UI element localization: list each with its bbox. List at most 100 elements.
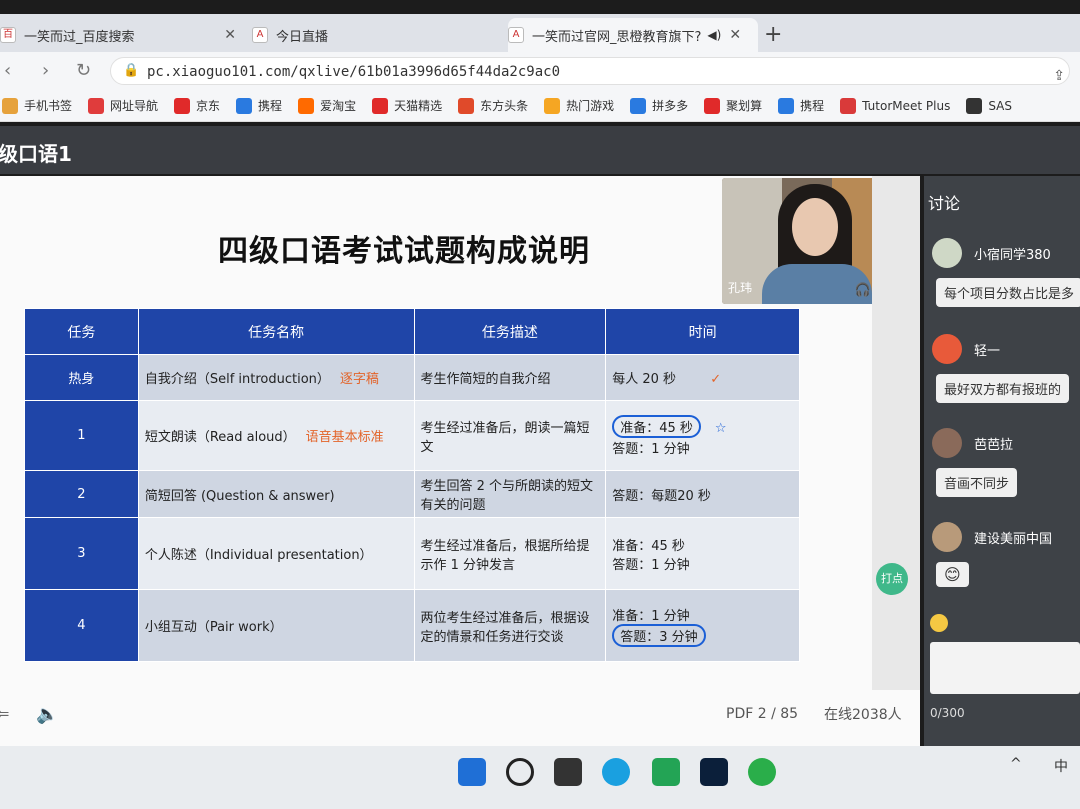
course-title: 级口语1	[0, 142, 72, 166]
pdf-toolbar: ⇐ 🔈 PDF 2 / 85 在线2038人	[0, 690, 920, 746]
bookmark-item[interactable]: SAS	[966, 97, 1012, 114]
bookmark-item[interactable]: TutorMeet Plus	[840, 97, 950, 114]
handwritten-note: 语音基本标准	[305, 430, 384, 445]
chat-username: 轻一	[974, 344, 1001, 359]
task-time: 准备：45 秒	[612, 538, 685, 554]
emoji-sticker-icon: 😊	[936, 562, 969, 587]
edge-browser-icon[interactable]	[602, 758, 630, 786]
task-time: 准备：1 分钟	[612, 608, 690, 624]
tab-label: 今日直播	[276, 29, 329, 45]
url-text: pc.xiaoguo101.com/qxlive/61b01a3996d65f4…	[147, 64, 561, 80]
bookmark-item[interactable]: 京东	[174, 97, 220, 114]
discussion-title: 讨论	[928, 194, 961, 213]
webcam-name: 孔玮	[728, 281, 753, 295]
taskbar: ^ 中	[0, 746, 1080, 809]
table-row: 3 个人陈述（Individual presentation） 考生经过准备后，…	[24, 517, 800, 590]
tab-close-icon[interactable]: ✕	[729, 27, 741, 43]
dian-button[interactable]: 打点	[876, 563, 908, 595]
tray-chevron-icon[interactable]: ^	[1010, 756, 1022, 772]
teacher-webcam[interactable]: 孔玮 🎧 ⛶	[722, 178, 892, 304]
bookmark-label: 网址导航	[110, 99, 159, 113]
photoshop-icon[interactable]	[700, 758, 728, 786]
task-index: 3	[24, 517, 139, 590]
bookmark-icon	[704, 97, 721, 114]
bookmark-label: 京东	[196, 99, 221, 113]
tab-baidu[interactable]: 百 一笑而过_百度搜索 ✕	[0, 18, 246, 52]
chat-username: 小宿同学380	[974, 248, 1051, 263]
task-name: 简短回答 (Question & answer)	[137, 470, 415, 518]
bookmark-item[interactable]: 热门游戏	[544, 97, 614, 114]
char-counter: 0/300	[930, 706, 965, 720]
bookmark-item[interactable]: 网址导航	[88, 97, 158, 114]
lock-icon: 🔒	[123, 63, 140, 78]
screen: 百 一笑而过_百度搜索 ✕ A 今日直播 A 一笑而过官网_思橙教育旗下? ◀)…	[0, 0, 1080, 809]
chat-text: 音画不同步	[936, 468, 1018, 497]
forward-icon[interactable]: ›	[42, 60, 49, 81]
bookmark-icon	[840, 97, 857, 114]
tab-audio-icon[interactable]: ◀)	[707, 28, 721, 42]
task-time: 每人 20 秒	[612, 372, 677, 387]
input-language[interactable]: 中	[1054, 756, 1068, 776]
task-index: 热身	[24, 354, 139, 401]
task-desc: 两位考生经过准备后，根据设定的情景和任务进行交谈	[413, 589, 607, 662]
back-icon[interactable]: ‹	[4, 60, 11, 81]
bookmark-item[interactable]: 拼多多	[630, 97, 688, 114]
bookmark-item[interactable]: 天猫精选	[372, 97, 442, 114]
task-index: 2	[24, 470, 139, 518]
task-index: 1	[24, 400, 139, 471]
bookmark-item[interactable]: 聚划算	[704, 97, 762, 114]
task-view-icon[interactable]	[554, 758, 582, 786]
bookmark-icon	[88, 97, 105, 114]
task-time: 答题：每题20 秒	[605, 470, 800, 518]
task-name: 小组互动（Pair work）	[137, 589, 415, 662]
bookmark-item[interactable]: 爱淘宝	[298, 97, 356, 114]
collapse-icon[interactable]: ⇐	[0, 704, 9, 723]
bookmark-icon	[174, 97, 191, 114]
bookmarks-bar: 手机书签 网址导航 京东 携程 爱淘宝 天猫精选 东方头条 热门游戏 拼多多 聚划算 携程 Tutor…	[0, 90, 1080, 122]
table-row: 1 短文朗读（Read aloud） 语音基本标准 考生经过准备后，朗读一篇短文 …	[24, 400, 800, 471]
tab-xiaoguo-active[interactable]: A 一笑而过官网_思橙教育旗下? ◀) ✕	[508, 18, 758, 52]
bookmark-item[interactable]: 携程	[236, 97, 282, 114]
task-time: 准备：45 秒	[612, 414, 701, 438]
address-bar: ‹ › ↻ 🔒 pc.xiaoguo101.com/qxlive/61b01a3…	[0, 52, 1080, 90]
bookmark-icon	[458, 97, 475, 114]
new-tab-icon[interactable]: +	[764, 22, 782, 47]
wechat-icon[interactable]	[748, 758, 776, 786]
task-time-cell: 准备：45 秒 ☆ 答题：1 分钟	[605, 400, 800, 471]
headphone-icon[interactable]: 🎧	[855, 283, 871, 298]
task-index: 4	[24, 589, 139, 662]
task-time-2: 答题：3 分钟	[612, 623, 706, 647]
share-icon[interactable]: ⇪	[1053, 68, 1065, 84]
windows-start-icon[interactable]	[458, 758, 486, 786]
bookmark-icon	[544, 97, 561, 114]
bookmark-label: 聚划算	[726, 99, 763, 113]
search-icon[interactable]	[506, 758, 534, 786]
avatar	[932, 334, 962, 364]
tab-close-icon[interactable]: ✕	[224, 27, 236, 43]
bookmark-item[interactable]: 东方头条	[458, 97, 528, 114]
task-time-cell: 每人 20 秒 ✓	[605, 354, 800, 401]
slide-area: 四级口语考试试题构成说明 孔玮 🎧 ⛶ 任务 任务名称 任务描述 时间	[0, 176, 920, 746]
online-count: 在线2038人	[824, 707, 902, 723]
emoji-icon[interactable]	[930, 614, 948, 632]
reload-icon[interactable]: ↻	[76, 60, 91, 81]
chat-input[interactable]	[930, 642, 1080, 694]
slide-title: 四级口语考试试题构成说明	[218, 234, 590, 269]
bookmark-label: 爱淘宝	[320, 99, 357, 113]
speaker-icon[interactable]: 🔈	[36, 704, 58, 725]
mail-icon[interactable]	[652, 758, 680, 786]
tab-live-today[interactable]: A 今日直播	[252, 18, 504, 52]
table-header-row: 任务 任务名称 任务描述 时间	[24, 308, 800, 355]
url-field[interactable]: 🔒 pc.xiaoguo101.com/qxlive/61b01a3996d65…	[110, 57, 1070, 85]
table-row: 4 小组互动（Pair work） 两位考生经过准备后，根据设定的情景和任务进行…	[24, 589, 800, 662]
avatar	[932, 238, 962, 268]
task-name: 自我介绍（Self introduction）	[144, 372, 330, 387]
checkmark-icon: ✓	[710, 372, 722, 387]
bookmark-item[interactable]: 携程	[778, 97, 824, 114]
bookmark-item[interactable]: 手机书签	[2, 97, 72, 114]
chat-text: 最好双方都有报班的	[936, 374, 1070, 403]
avatar	[932, 522, 962, 552]
task-name-cell: 短文朗读（Read aloud） 语音基本标准	[137, 400, 415, 471]
task-desc: 考生回答 2 个与所朗读的短文有关的问题	[413, 470, 607, 518]
bookmark-icon	[778, 97, 795, 114]
